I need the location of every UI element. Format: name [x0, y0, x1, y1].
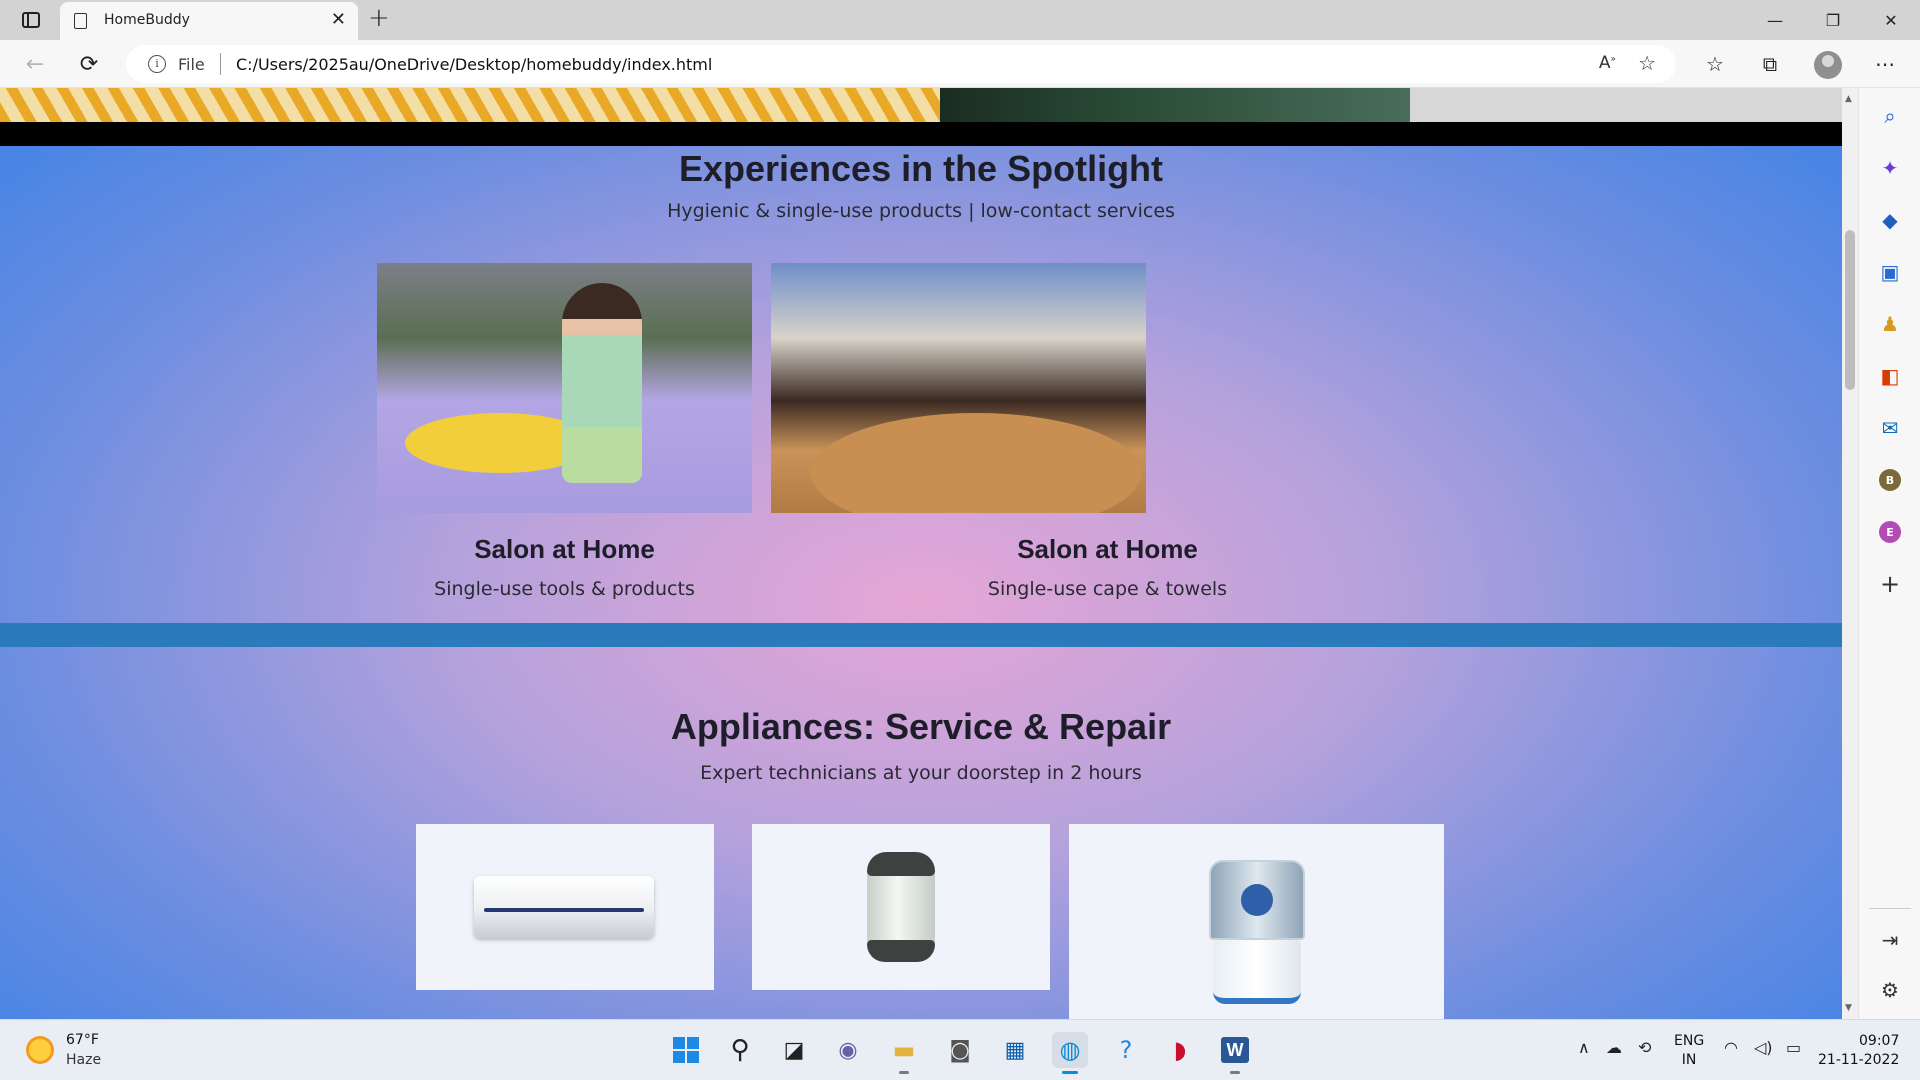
search-taskbar-icon[interactable]: ⚲ [722, 1032, 758, 1068]
add-sidebar-app-icon[interactable]: + [1874, 568, 1906, 600]
profile-b-icon[interactable]: B [1874, 464, 1906, 496]
spotlight-card-2-subtitle: Single-use cape & towels [987, 578, 1228, 600]
show-hidden-icons-chevron-icon[interactable]: ∧ [1578, 1038, 1590, 1057]
spotlight-photo-2[interactable] [771, 263, 1146, 513]
spotlight-title: Experiences in the Spotlight [678, 148, 1164, 189]
tools-icon[interactable]: ▣ [1874, 256, 1906, 288]
profile-e-icon[interactable]: E [1874, 516, 1906, 548]
chat-icon[interactable]: ◉ [830, 1032, 866, 1068]
more-options-icon[interactable]: ⋯ [1868, 48, 1902, 80]
photo-person [562, 283, 642, 483]
windows-logo-icon [673, 1037, 699, 1063]
search-icon[interactable]: ⌕ [1874, 100, 1906, 132]
scheme-label: File [178, 55, 205, 74]
language-indicator[interactable]: ENG IN [1674, 1032, 1704, 1070]
profile-avatar[interactable] [1814, 51, 1842, 79]
wifi-icon[interactable]: ◠ [1724, 1038, 1738, 1057]
task-view-icon[interactable]: ◪ [776, 1032, 812, 1068]
clock-date: 21-11-2022 [1818, 1052, 1900, 1068]
tab-actions-button[interactable] [14, 7, 48, 33]
app-icon[interactable]: ◙ [942, 1032, 978, 1068]
mcafee-icon[interactable]: ◗ [1162, 1032, 1198, 1068]
vertical-tabs-icon [22, 12, 40, 28]
address-bar[interactable]: i File C:/Users/2025au/OneDrive/Desktop/… [126, 45, 1676, 83]
system-clock[interactable]: 09:07 21-11-2022 [1818, 1032, 1899, 1070]
hero-image-light-area [1410, 88, 1842, 122]
get-help-icon[interactable]: ? [1108, 1032, 1144, 1068]
url-text[interactable]: C:/Users/2025au/OneDrive/Desktop/homebud… [236, 55, 712, 74]
page-viewport: Experiences in the Spotlight Hygienic & … [0, 88, 1842, 1019]
info-icon[interactable]: i [148, 55, 166, 73]
microsoft-store-icon[interactable]: ▦ [997, 1032, 1033, 1068]
onedrive-icon[interactable]: ☁ [1606, 1038, 1622, 1057]
hide-sidebar-icon[interactable]: ⇥ [1874, 924, 1906, 956]
refresh-button[interactable]: ⟳ [72, 48, 106, 80]
window-controls: — ❐ ✕ [1746, 0, 1920, 40]
clock-time: 09:07 [1859, 1033, 1900, 1049]
region-code: IN [1681, 1052, 1697, 1068]
appliance-card-geyser[interactable] [752, 824, 1050, 990]
weather-icon[interactable] [26, 1036, 54, 1064]
office-icon[interactable]: ◧ [1874, 360, 1906, 392]
edge-sidebar: ⌕ ✦ ◆ ▣ ♟ ◧ ✉ B E + ⇥ ⚙ [1858, 88, 1920, 1019]
back-button[interactable]: ← [18, 48, 52, 80]
water-heater-image [867, 852, 935, 962]
games-icon[interactable]: ♟ [1874, 308, 1906, 340]
section-divider [0, 122, 1842, 146]
settings-gear-icon[interactable]: ⚙ [1874, 974, 1906, 1006]
read-aloud-icon[interactable]: A» [1599, 53, 1616, 73]
start-button[interactable] [668, 1032, 704, 1068]
shopping-tag-icon[interactable]: ◆ [1874, 204, 1906, 236]
favorites-icon[interactable]: ☆ [1698, 48, 1732, 80]
spotlight-card-2-title[interactable]: Salon at Home [920, 534, 1295, 565]
hero-image-dark-area [940, 88, 1410, 122]
word-icon[interactable]: W [1217, 1032, 1253, 1074]
copilot-icon[interactable]: ✦ [1874, 152, 1906, 184]
scroll-thumb[interactable] [1845, 230, 1855, 390]
spotlight-subtitle: Hygienic & single-use products | low-con… [667, 200, 1175, 222]
outlook-icon[interactable]: ✉ [1874, 412, 1906, 444]
photo-person [871, 283, 981, 493]
water-purifier-image [1209, 860, 1305, 1004]
close-window-button[interactable]: ✕ [1862, 0, 1920, 40]
collections-icon[interactable]: ⧉ [1753, 48, 1787, 80]
section-divider-band [0, 623, 1842, 647]
profile-b-avatar: B [1879, 469, 1901, 491]
weather-description[interactable]: Haze [66, 1052, 101, 1068]
restore-button[interactable]: ❐ [1804, 0, 1862, 40]
scroll-down-arrow-icon[interactable]: ▼ [1845, 1003, 1852, 1013]
language-code: ENG [1674, 1033, 1705, 1049]
spotlight-card-1-title[interactable]: Salon at Home [377, 534, 752, 565]
page-scrollbar[interactable]: ▲ ▼ [1842, 88, 1858, 1019]
air-conditioner-image [474, 876, 654, 938]
close-tab-icon[interactable]: ✕ [331, 9, 346, 30]
tab-strip: HomeBuddy ✕ + — ❐ ✕ [0, 0, 1920, 40]
file-explorer-icon[interactable]: ▬ [886, 1032, 922, 1074]
windows-taskbar: 67°F Haze ⚲ ◪ ◉ ▬ ◙ ▦ ◍ ? ◗ W ∧ ☁ ⟲ ENG … [0, 1019, 1920, 1080]
volume-icon[interactable]: ◁) [1754, 1038, 1773, 1057]
add-favorite-icon[interactable]: ☆ [1638, 51, 1656, 75]
weather-temperature[interactable]: 67°F [66, 1032, 99, 1048]
appliance-card-ac[interactable] [416, 824, 714, 990]
new-tab-button[interactable]: + [368, 3, 390, 33]
spotlight-card-1-subtitle: Single-use tools & products [434, 578, 695, 600]
address-separator [220, 53, 221, 75]
scroll-up-arrow-icon[interactable]: ▲ [1845, 94, 1852, 104]
spotlight-photo-1[interactable] [377, 263, 752, 513]
appliances-subtitle: Expert technicians at your doorstep in 2… [700, 762, 1142, 784]
appliances-title: Appliances: Service & Repair [670, 706, 1172, 747]
minimize-button[interactable]: — [1746, 0, 1804, 40]
battery-icon[interactable]: ▭ [1786, 1038, 1801, 1057]
sidebar-divider [1869, 908, 1911, 909]
appliance-card-purifier[interactable] [1069, 824, 1444, 1019]
page-icon [74, 13, 87, 29]
sync-icon[interactable]: ⟲ [1638, 1038, 1651, 1057]
edge-browser-icon[interactable]: ◍ [1052, 1032, 1088, 1074]
hero-banner-bottom [0, 88, 1842, 122]
profile-e-avatar: E [1879, 521, 1901, 543]
tab-title: HomeBuddy [104, 12, 190, 28]
browser-tab[interactable]: HomeBuddy ✕ [60, 2, 358, 40]
browser-toolbar: ← ⟳ i File C:/Users/2025au/OneDrive/Desk… [0, 40, 1920, 88]
